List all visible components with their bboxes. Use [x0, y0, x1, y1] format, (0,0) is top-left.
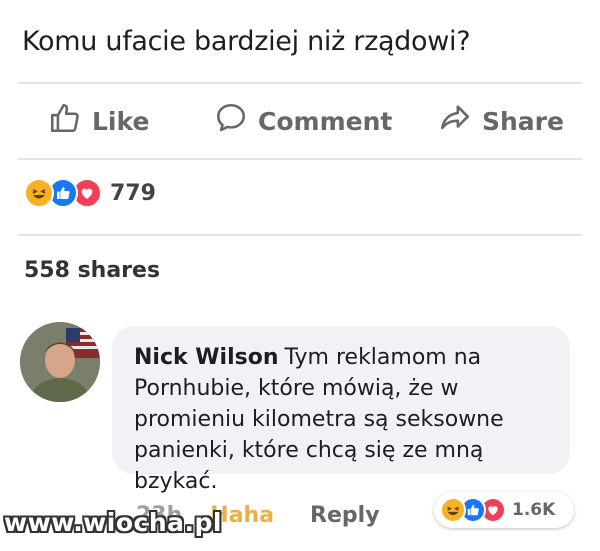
comment-reactions-summary[interactable]: 1.6K [434, 492, 574, 528]
action-bar: Like Comment Share [0, 92, 600, 150]
shares-count[interactable]: 558 shares [24, 258, 160, 283]
thumbs-up-icon [48, 101, 82, 141]
like-button[interactable]: Like [48, 92, 149, 150]
post-text: Komu ufacie bardziej niż rządowi? [22, 26, 471, 57]
like-label: Like [92, 106, 150, 136]
haha-reaction-icon [440, 497, 466, 523]
comment-label: Comment [258, 106, 393, 136]
divider-top [18, 82, 582, 84]
comment-button[interactable]: Comment [214, 92, 392, 150]
avatar[interactable] [20, 322, 100, 402]
haha-reaction-icon [24, 178, 54, 208]
reactions-summary[interactable]: 779 [24, 178, 156, 208]
comment-icon [214, 101, 248, 141]
divider-middle [18, 158, 582, 160]
share-label: Share [482, 106, 564, 136]
comment-author[interactable]: Nick Wilson [134, 345, 279, 370]
share-button[interactable]: Share [438, 92, 564, 150]
divider-lower [18, 234, 582, 236]
comment-reactions-count: 1.6K [512, 500, 556, 520]
share-arrow-icon [438, 101, 472, 141]
reactions-count[interactable]: 779 [110, 181, 156, 206]
reply-button[interactable]: Reply [310, 503, 380, 528]
watermark: www.wiocha.pl [4, 508, 222, 537]
comment-bubble: Nick Wilson Tym reklamom na Pornhubie, kt… [112, 326, 570, 494]
